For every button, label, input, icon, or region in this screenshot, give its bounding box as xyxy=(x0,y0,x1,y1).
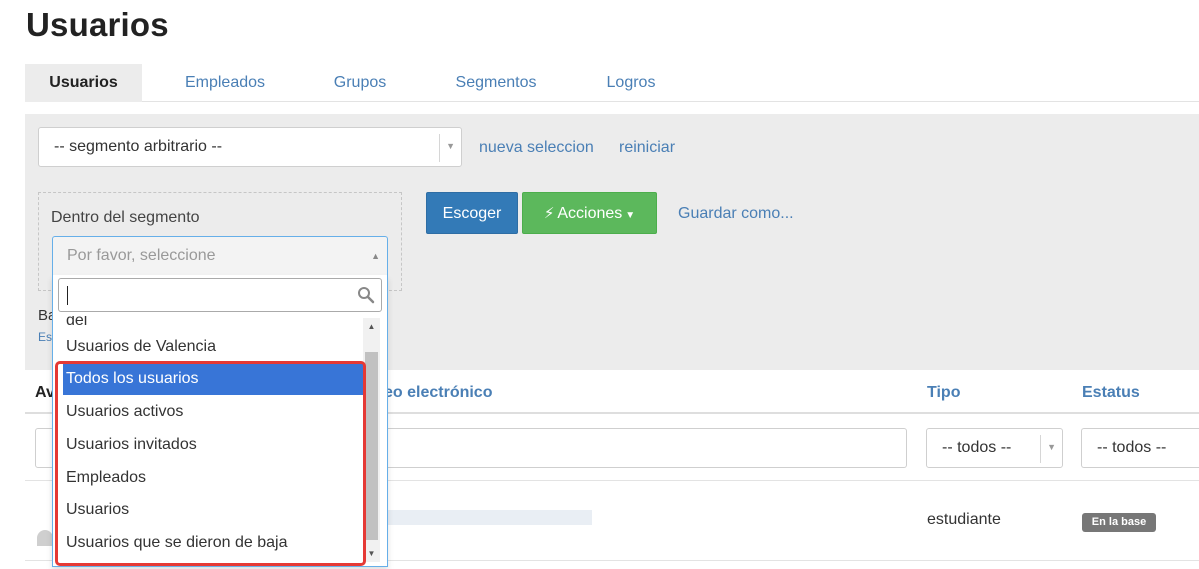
tab-empleados[interactable]: Empleados xyxy=(167,64,283,102)
scroll-up-arrow-icon[interactable]: ▲ xyxy=(363,318,380,335)
type-filter-value: -- todos -- xyxy=(942,439,1012,456)
search-icon xyxy=(358,287,375,304)
status-filter-select[interactable]: -- todos -- xyxy=(1081,428,1199,468)
scroll-thumb[interactable] xyxy=(365,352,378,540)
actions-label: Acciones xyxy=(557,205,623,222)
text-cursor xyxy=(67,286,68,305)
save-as-link[interactable]: Guardar como... xyxy=(678,205,794,223)
tab-segmentos[interactable]: Segmentos xyxy=(439,64,553,102)
column-header-email[interactable]: eo electrónico xyxy=(384,384,492,402)
partial-link-es[interactable]: Es xyxy=(38,330,52,344)
actions-button[interactable]: ⚡ Acciones ▼ xyxy=(522,192,657,234)
within-segment-select[interactable]: Por favor, seleccione ▲ xyxy=(52,236,388,276)
caret-down-icon: ▼ xyxy=(625,210,636,221)
chevron-up-icon: ▲ xyxy=(371,251,380,261)
status-filter-value: -- todos -- xyxy=(1097,439,1167,456)
tab-logros[interactable]: Logros xyxy=(587,64,675,102)
bolt-icon: ⚡ xyxy=(543,205,555,222)
new-selection-link[interactable]: nueva seleccion xyxy=(479,139,594,157)
within-segment-label: Dentro del segmento xyxy=(51,209,200,226)
dropdown-search-input[interactable] xyxy=(58,278,382,312)
column-header-type[interactable]: Tipo xyxy=(927,384,960,402)
column-header-status[interactable]: Estatus xyxy=(1082,384,1140,402)
chevron-down-icon: ▼ xyxy=(446,141,455,151)
within-segment-placeholder: Por favor, seleccione xyxy=(67,247,216,264)
tab-usuarios[interactable]: Usuarios xyxy=(25,64,142,102)
chevron-down-icon: ▼ xyxy=(1047,442,1056,452)
dropdown-option[interactable]: Usuarios de Valencia xyxy=(53,330,367,363)
annotation-highlight-box xyxy=(55,361,366,566)
email-filter-input[interactable] xyxy=(370,428,907,468)
reset-link[interactable]: reiniciar xyxy=(619,139,675,157)
select-separator xyxy=(439,134,440,162)
page-title: Usuarios xyxy=(26,6,169,43)
avatar xyxy=(37,530,53,546)
segment-select[interactable]: -- segmento arbitrario -- ▼ xyxy=(38,127,462,167)
tab-bar: Usuarios Empleados Grupos Segmentos Logr… xyxy=(25,64,1199,102)
email-redacted xyxy=(388,510,592,525)
type-filter-select[interactable]: -- todos -- ▼ xyxy=(926,428,1063,468)
choose-button[interactable]: Escoger xyxy=(426,192,518,234)
select-separator xyxy=(1040,435,1041,463)
segment-select-value: -- segmento arbitrario -- xyxy=(54,138,223,155)
tab-grupos[interactable]: Grupos xyxy=(315,64,405,102)
type-cell: estudiante xyxy=(927,511,1001,528)
status-badge: En la base xyxy=(1082,513,1156,532)
